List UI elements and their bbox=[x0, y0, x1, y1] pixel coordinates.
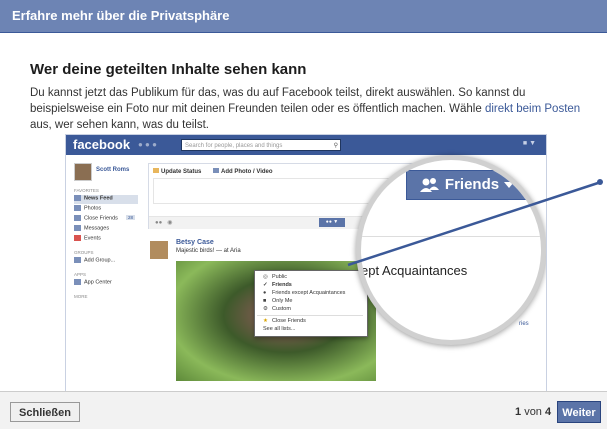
pager-current: 1 bbox=[515, 406, 522, 418]
list-icon: ★ bbox=[263, 318, 268, 324]
option-label: Friends except Acquaintances bbox=[272, 290, 346, 296]
friends-icon bbox=[419, 178, 439, 193]
check-icon: ✓ bbox=[263, 282, 268, 288]
count-badge: 28 bbox=[125, 215, 135, 220]
sidebar-item-photos: Photos bbox=[74, 205, 138, 214]
magnifier-divider bbox=[361, 236, 541, 237]
pager: 1 von 4 bbox=[515, 406, 551, 418]
pager-total: 4 bbox=[545, 406, 552, 418]
notification-icons: ● ● ● bbox=[138, 140, 157, 149]
search-placeholder: Search for people, places and things bbox=[185, 143, 283, 149]
option-label: Custom bbox=[272, 306, 291, 312]
sidebar-item-close-friends: Close Friends 28 bbox=[74, 215, 138, 224]
search-bar: Search for people, places and things ⚲ bbox=[181, 139, 341, 151]
audience-option-custom: ⚙ Custom bbox=[263, 306, 291, 312]
account-menu-icons: ■ ▼ bbox=[522, 140, 536, 147]
magnifier-callout: Friends ept Acquaintances bbox=[356, 155, 546, 345]
favorites-header: FAVORITES bbox=[74, 188, 99, 193]
next-button[interactable]: Weiter bbox=[557, 401, 601, 423]
update-status-tab: Update Status bbox=[153, 168, 201, 175]
photo-icon bbox=[213, 168, 219, 173]
close-friends-icon bbox=[74, 215, 81, 221]
left-sidebar: Scott Roms FAVORITES News Feed Photos Cl… bbox=[66, 155, 140, 391]
tab-label: Add Photo / Video bbox=[221, 169, 273, 175]
facebook-topbar: facebook ● ● ● Search for people, places… bbox=[66, 135, 546, 155]
post-text: Majestic birds! — at Aria bbox=[176, 248, 241, 254]
pager-of: von bbox=[524, 406, 542, 418]
facebook-logo: facebook bbox=[73, 137, 131, 152]
messages-icon bbox=[74, 225, 81, 231]
friends-label: Friends bbox=[444, 176, 500, 193]
side-text: ries bbox=[519, 321, 529, 327]
sidebar-item-label: Messages bbox=[84, 225, 110, 232]
post-directly-link[interactable]: direkt beim Posten bbox=[485, 103, 580, 115]
sidebar-item-messages: Messages bbox=[74, 225, 138, 234]
description-text: Du kannst jetzt das Publikum für das, wa… bbox=[30, 87, 526, 115]
friends-icon: ● bbox=[263, 290, 267, 296]
post-avatar bbox=[150, 241, 168, 259]
chevron-down-icon bbox=[504, 182, 515, 189]
photos-icon bbox=[74, 205, 81, 211]
sidebar-item-events: Events bbox=[74, 235, 138, 244]
dialog-titlebar: Erfahre mehr über die Privatsphäre bbox=[0, 0, 607, 33]
post-author: Betsy Case bbox=[176, 239, 214, 246]
option-label: See all lists... bbox=[263, 326, 296, 332]
audience-option-only-me: ■ Only Me bbox=[263, 298, 292, 304]
audience-option-public: ◎ Public bbox=[263, 274, 287, 280]
search-icon: ⚲ bbox=[333, 143, 338, 149]
status-icon bbox=[153, 168, 159, 173]
audience-dropdown: ◎ Public ✓ Friends ● Friends except Acquain… bbox=[254, 270, 368, 337]
add-photo-tab: Add Photo / Video bbox=[213, 168, 273, 175]
events-icon bbox=[74, 235, 81, 241]
audience-selector-small: ●● ▼ bbox=[319, 218, 345, 227]
tab-label: Update Status bbox=[161, 169, 202, 175]
user-name: Scott Roms bbox=[96, 167, 130, 173]
tag-friends-icon: ●● ◉ bbox=[155, 220, 173, 226]
sidebar-item-label: News Feed bbox=[84, 195, 113, 202]
sidebar-item-news-feed: News Feed bbox=[74, 195, 138, 204]
page-heading: Wer deine geteilten Inhalte sehen kann bbox=[30, 61, 307, 78]
dialog-footer: Schließen 1 von 4 Weiter bbox=[0, 391, 607, 429]
option-label: Friends bbox=[272, 282, 292, 288]
friends-audience-button-zoomed: Friends bbox=[406, 170, 528, 200]
option-label: Close Friends bbox=[272, 318, 306, 324]
avatar bbox=[74, 163, 92, 181]
apps-header: APPS bbox=[74, 272, 87, 277]
globe-icon: ◎ bbox=[263, 274, 268, 280]
lock-icon: ■ bbox=[263, 298, 267, 304]
sidebar-item-label: Close Friends bbox=[84, 215, 118, 222]
audience-option-friends-except: ● Friends except Acquaintances bbox=[263, 290, 345, 296]
description: Du kannst jetzt das Publikum für das, wa… bbox=[30, 85, 590, 133]
sidebar-item-label: Events bbox=[84, 235, 101, 242]
more-link: MORE bbox=[74, 294, 88, 299]
facebook-screenshot-illustration: facebook ● ● ● Search for people, places… bbox=[65, 134, 547, 392]
audience-option-friends: ✓ Friends bbox=[263, 282, 292, 288]
audience-option-see-all-lists: See all lists... bbox=[263, 326, 295, 332]
sidebar-item-label: Add Group... bbox=[84, 257, 116, 264]
sidebar-item-label: App Center bbox=[84, 279, 112, 286]
description-text-end: aus, wer sehen kann, was du teilst. bbox=[30, 119, 209, 131]
audience-option-close-friends: ★ Close Friends bbox=[263, 318, 306, 324]
sidebar-item-add-group: Add Group... bbox=[74, 257, 138, 266]
sidebar-item-label: Photos bbox=[84, 205, 102, 212]
groups-header: GROUPS bbox=[74, 250, 94, 255]
magnifier-option-text: ept Acquaintances bbox=[361, 263, 468, 278]
close-button[interactable]: Schließen bbox=[10, 402, 80, 422]
group-icon bbox=[74, 257, 81, 263]
dropdown-divider bbox=[257, 315, 363, 316]
option-label: Public bbox=[272, 274, 287, 280]
option-label: Only Me bbox=[272, 298, 293, 304]
dialog-title: Erfahre mehr über die Privatsphäre bbox=[12, 8, 230, 23]
app-center-icon bbox=[74, 279, 81, 285]
news-feed-icon bbox=[74, 195, 81, 201]
sidebar-item-app-center: App Center bbox=[74, 279, 138, 288]
gear-icon: ⚙ bbox=[263, 306, 268, 312]
